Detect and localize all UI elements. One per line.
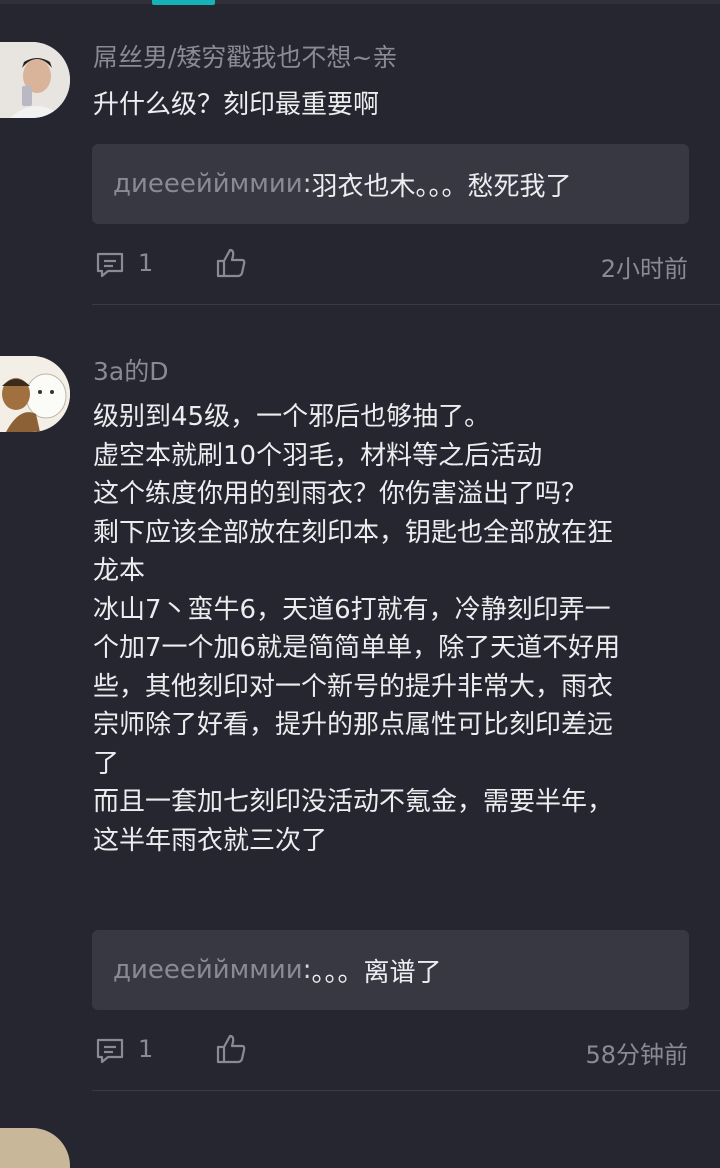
content-line: 龙本 [93,556,146,586]
reply-count: 1 [138,249,154,277]
user-avatar-image [0,356,70,432]
comment-time: 2小时前 [600,255,688,283]
avatar[interactable] [0,42,70,118]
avatar[interactable] [0,356,70,432]
user-avatar-image [0,42,70,118]
content-line: 级别到45级，一个邪后也够抽了。 [93,402,491,432]
thumbs-up-icon[interactable] [215,247,247,279]
content-line: 剩下应该全部放在刻印本，钥匙也全部放在狂 [93,517,614,548]
reply-preview[interactable]: диеееййммии : 。。。离谱了 [92,930,689,1010]
top-divider [0,0,720,4]
reply-count: 1 [138,1035,154,1063]
active-tab-indicator [152,0,215,5]
comment-content: 升什么级？刻印最重要啊 [93,86,693,125]
content-line: 升什么级？刻印最重要啊 [93,90,380,120]
reply-author[interactable]: диеееййммии [113,169,303,199]
content-line: 这半年雨衣就三次了 [93,825,328,856]
content-line: 冰山7丶蛮牛6，天道6打就有，冷静刻印弄一 [93,594,611,625]
content-line: 些，其他刻印对一个新号的提升非常大，雨衣 [93,671,614,702]
comment-actions: 1 58分钟前 [0,1031,720,1071]
comment-actions: 1 2小时前 [0,245,720,285]
username[interactable]: 屌丝男/矮穷戳我也不想~亲 [93,38,397,74]
comment-bubble-icon[interactable] [94,249,126,281]
comment-content: 级别到45级，一个邪后也够抽了。 虚空本就刷10个羽毛，材料等之后活动 这个练度… [93,398,693,860]
username[interactable]: 3a的D [93,352,168,388]
content-line: 了 [93,748,120,779]
content-line: 个加7一个加6就是简简单单，除了天道不好用 [93,633,621,663]
content-line: 宗师除了好看，提升的那点属性可比刻印差远 [93,710,614,740]
reply-preview[interactable]: диеееййммии : 羽衣也木。。。愁死我了 [92,144,689,224]
reply-separator: : [302,169,312,199]
content-line: 而且一套加七刻印没活动不氪金，需要半年， [93,787,614,817]
avatar[interactable] [0,1128,70,1168]
comment-bubble-icon[interactable] [94,1035,126,1067]
content-line: 这个练度你用的到雨衣？你伤害溢出了吗？ [93,479,588,509]
comment-divider [92,1090,720,1091]
reply-text: 羽衣也木。。。愁死我了 [311,171,572,202]
comment-divider [92,304,720,305]
reply-author[interactable]: диеееййммии [113,955,303,985]
content-line: 虚空本就刷10个羽毛，材料等之后活动 [93,440,543,471]
reply-text: 。。。离谱了 [311,957,442,988]
reply-separator: : [302,955,312,985]
comment-time: 58分钟前 [585,1041,688,1069]
thumbs-up-icon[interactable] [215,1033,247,1065]
